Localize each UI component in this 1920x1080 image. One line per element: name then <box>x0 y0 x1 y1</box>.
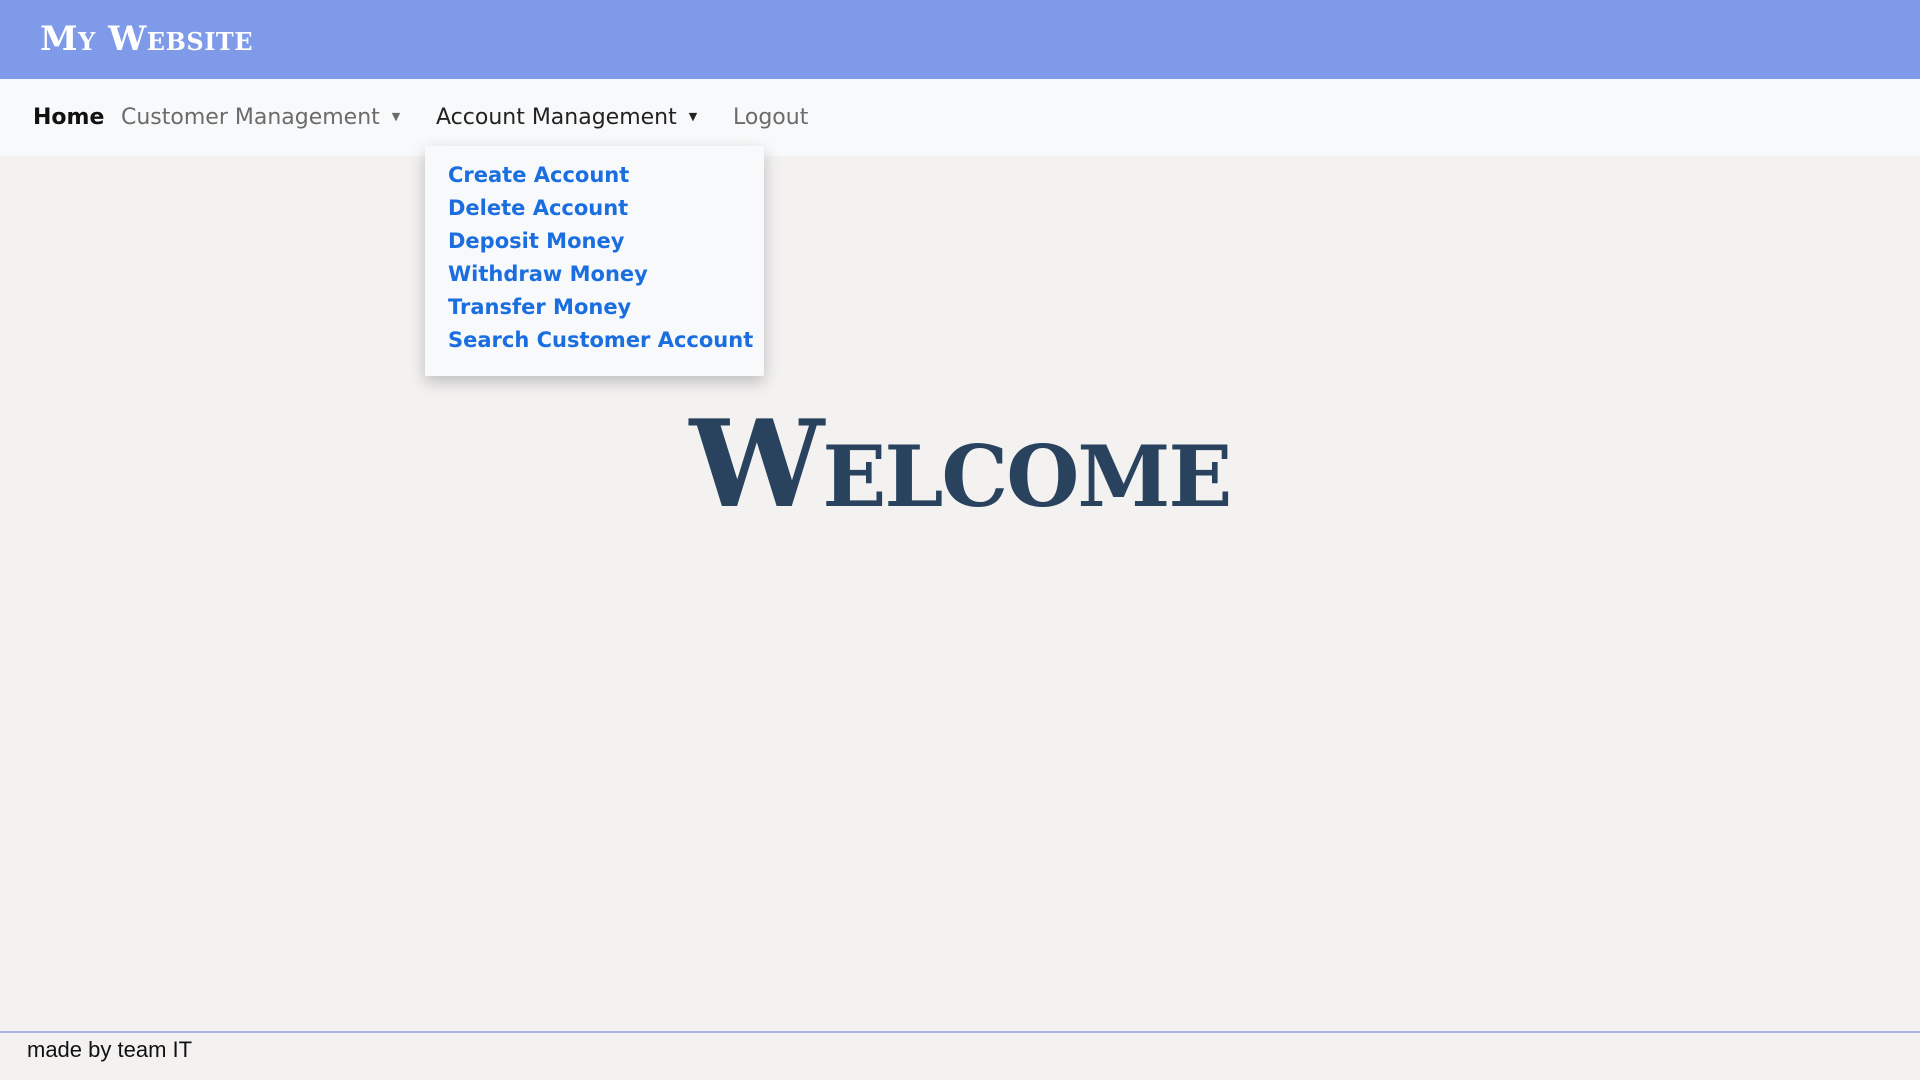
nav-customer-management-label: Customer Management <box>121 105 380 130</box>
dropdown-item-withdraw-money[interactable]: Withdraw Money <box>448 259 648 289</box>
dropdown-item-search-customer-account[interactable]: Search Customer Account <box>448 325 753 355</box>
footer-divider <box>0 1031 1920 1033</box>
site-header: My Website <box>0 0 1920 79</box>
footer-credit: made by team IT <box>27 1037 193 1062</box>
dropdown-item-transfer-money[interactable]: Transfer Money <box>448 292 631 322</box>
account-management-dropdown: Create Account Delete Account Deposit Mo… <box>425 146 764 376</box>
welcome-heading: Welcome <box>689 394 1233 535</box>
nav-home[interactable]: Home <box>33 79 104 156</box>
dropdown-item-create-account[interactable]: Create Account <box>448 160 629 190</box>
nav-account-management[interactable]: Account Management ▼ <box>436 79 697 156</box>
main-navbar: Home Customer Management ▼ Account Manage… <box>0 79 1920 156</box>
caret-down-icon: ▼ <box>688 109 698 123</box>
site-brand[interactable]: My Website <box>40 18 253 60</box>
nav-account-management-label: Account Management <box>436 105 677 130</box>
dropdown-item-deposit-money[interactable]: Deposit Money <box>448 226 624 256</box>
caret-down-icon: ▼ <box>391 109 401 123</box>
nav-customer-management[interactable]: Customer Management ▼ <box>121 79 400 156</box>
dropdown-item-delete-account[interactable]: Delete Account <box>448 193 628 223</box>
nav-logout[interactable]: Logout <box>733 79 808 156</box>
